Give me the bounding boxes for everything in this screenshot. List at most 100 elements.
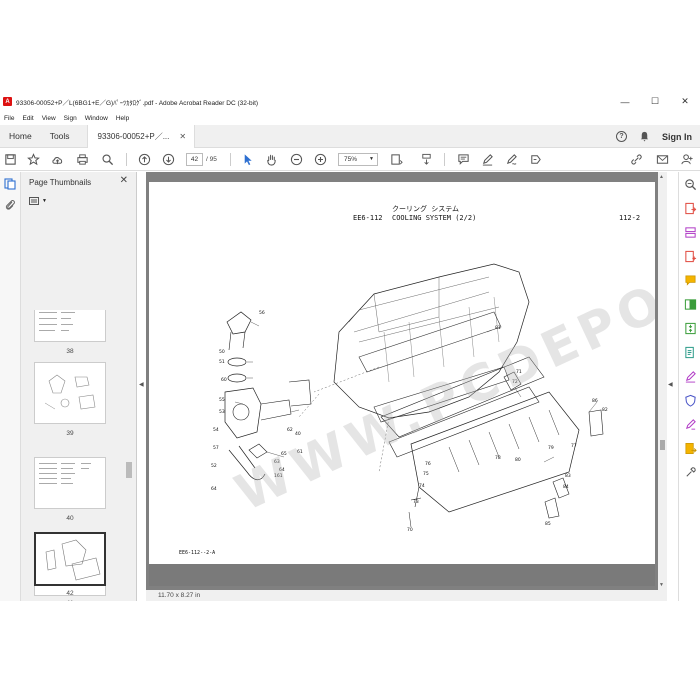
scan-ocr-icon[interactable]	[684, 346, 697, 359]
scroll-down-arrow-icon[interactable]: ▼	[659, 582, 664, 588]
thumbnail-label-40: 40	[66, 515, 74, 522]
stamp-icon[interactable]	[529, 153, 542, 166]
part-number: 77	[571, 444, 577, 449]
part-number: 81	[495, 326, 501, 331]
help-icon[interactable]: ?	[616, 131, 627, 142]
minimize-button[interactable]: —	[610, 91, 640, 112]
part-number: 57	[213, 446, 219, 451]
part-number: 85	[545, 522, 551, 527]
menu-sign[interactable]: Sign	[60, 115, 81, 122]
share-link-icon[interactable]	[630, 153, 643, 166]
thumbnail-page-42[interactable]	[34, 532, 106, 586]
acrobat-window: A 93306-00052+P／L(6BG1+E／G)ﾊﾟｰﾂｶﾀﾛｸﾞ.pdf…	[0, 91, 700, 601]
part-number: 50	[219, 350, 225, 355]
compress-pdf-icon[interactable]	[684, 322, 697, 335]
hand-tool-icon[interactable]	[265, 153, 278, 166]
menu-window[interactable]: Window	[81, 115, 112, 122]
attachment-paperclip-icon[interactable]	[4, 199, 16, 211]
thumbnail-options-button[interactable]: ▼	[29, 195, 51, 206]
print-icon[interactable]	[76, 153, 89, 166]
collapse-panel-arrow-icon[interactable]: ◀	[139, 381, 144, 388]
organize-pages-icon[interactable]	[684, 226, 697, 239]
fit-page-icon[interactable]	[390, 153, 403, 166]
status-bar: 11.70 x 8.27 in	[146, 590, 667, 601]
sign-in-button[interactable]: Sign In	[662, 132, 692, 142]
thumbnail-page-38-visible[interactable]	[34, 310, 106, 342]
scroll-mode-icon[interactable]	[420, 153, 433, 166]
expand-tools-arrow-icon[interactable]: ◀	[668, 381, 673, 388]
more-tools-icon[interactable]	[684, 466, 697, 479]
options-menu-icon	[29, 196, 39, 205]
zoom-level-value: 75%	[344, 156, 358, 163]
chevron-down-icon: ▼	[42, 197, 47, 204]
menu-view[interactable]: View	[38, 115, 60, 122]
comment-icon[interactable]	[457, 153, 470, 166]
protect-shield-icon[interactable]	[684, 394, 697, 407]
maximize-button[interactable]: ☐	[640, 91, 670, 112]
tab-document[interactable]: 93306-00052+P／... ✕	[86, 124, 196, 148]
fill-sign-icon[interactable]	[684, 370, 697, 383]
close-panel-icon[interactable]: ✕	[120, 175, 128, 186]
save-icon[interactable]	[4, 153, 17, 166]
send-for-review-icon[interactable]	[684, 442, 697, 455]
title-bar: A 93306-00052+P／L(6BG1+E／G)ﾊﾟｰﾂｶﾀﾛｸﾞ.pdf…	[0, 91, 700, 112]
menu-edit[interactable]: Edit	[18, 115, 37, 122]
combine-files-icon[interactable]	[684, 298, 697, 311]
select-cursor-icon[interactable]	[241, 153, 254, 166]
previous-page-icon[interactable]	[138, 153, 151, 166]
comment-tool-icon[interactable]	[684, 274, 697, 287]
page-thumbnails-icon[interactable]	[4, 178, 16, 190]
zoom-level-select[interactable]: 75% ▼	[338, 153, 378, 166]
pdf-page: クーリング システム EE6-112 COOLING SYSTEM (2/2) …	[149, 182, 655, 564]
create-pdf-icon[interactable]	[684, 250, 697, 263]
thumbnail-label-39: 39	[66, 430, 74, 437]
document-tab-label: 93306-00052+P／...	[97, 131, 170, 141]
email-icon[interactable]	[656, 153, 669, 166]
edit-pdf-icon[interactable]	[684, 418, 697, 431]
part-number: 73	[413, 500, 419, 505]
thumbnail-page-40[interactable]	[34, 457, 106, 509]
star-icon[interactable]	[27, 153, 40, 166]
close-tab-icon[interactable]: ✕	[179, 132, 186, 141]
drawing-footer-code: EE6-112--2-A	[179, 550, 216, 556]
search-icon[interactable]	[101, 153, 114, 166]
thumbnail-page-39[interactable]	[34, 362, 106, 424]
window-controls: — ☐ ✕	[610, 91, 700, 112]
thumbnail-42-drawing	[45, 539, 101, 581]
tab-tools[interactable]: Tools	[41, 125, 79, 148]
tab-bar: Home Tools 93306-00052+P／... ✕ ? Sign In	[0, 124, 700, 148]
page-size-readout: 11.70 x 8.27 in	[158, 592, 201, 599]
scrollbar-thumb[interactable]	[126, 462, 132, 478]
next-page-icon[interactable]	[162, 153, 175, 166]
bell-icon[interactable]	[639, 131, 650, 142]
part-number: 74	[419, 484, 425, 489]
scroll-up-arrow-icon[interactable]: ▲	[659, 174, 664, 180]
part-number: 53	[219, 410, 225, 415]
part-number: 70	[407, 528, 413, 533]
tab-home[interactable]: Home	[0, 125, 41, 148]
part-number: 56	[259, 311, 265, 316]
pen-highlight-icon[interactable]	[481, 153, 494, 166]
sign-pen-icon[interactable]	[505, 153, 518, 166]
close-window-button[interactable]: ✕	[670, 91, 700, 112]
document-vertical-scrollbar[interactable]: ▲ ▼	[658, 172, 667, 590]
window-title: 93306-00052+P／L(6BG1+E／G)ﾊﾟｰﾂｶﾀﾛｸﾞ.pdf -…	[16, 99, 259, 107]
page-number-input[interactable]: 42	[186, 153, 203, 166]
scrollbar-thumb[interactable]	[660, 440, 665, 450]
export-pdf-icon[interactable]	[684, 202, 697, 215]
cooling-system-exploded-diagram	[224, 263, 604, 528]
document-viewport[interactable]: クーリング システム EE6-112 COOLING SYSTEM (2/2) …	[146, 172, 658, 590]
add-user-icon[interactable]	[681, 153, 694, 166]
thumbnail-label-38: 38	[66, 348, 74, 355]
menu-file[interactable]: File	[0, 115, 18, 122]
main-toolbar: 42 / 95 75% ▼	[0, 148, 700, 171]
zoom-search-icon[interactable]	[684, 178, 697, 191]
toolbar-separator	[444, 153, 445, 166]
page-total: / 95	[206, 156, 217, 163]
thumbnail-scrollbar[interactable]	[125, 212, 133, 601]
menu-help[interactable]: Help	[112, 115, 133, 122]
zoom-out-icon[interactable]	[290, 153, 303, 166]
upload-cloud-icon[interactable]	[51, 153, 64, 166]
zoom-in-icon[interactable]	[314, 153, 327, 166]
part-number: 79	[548, 446, 554, 451]
